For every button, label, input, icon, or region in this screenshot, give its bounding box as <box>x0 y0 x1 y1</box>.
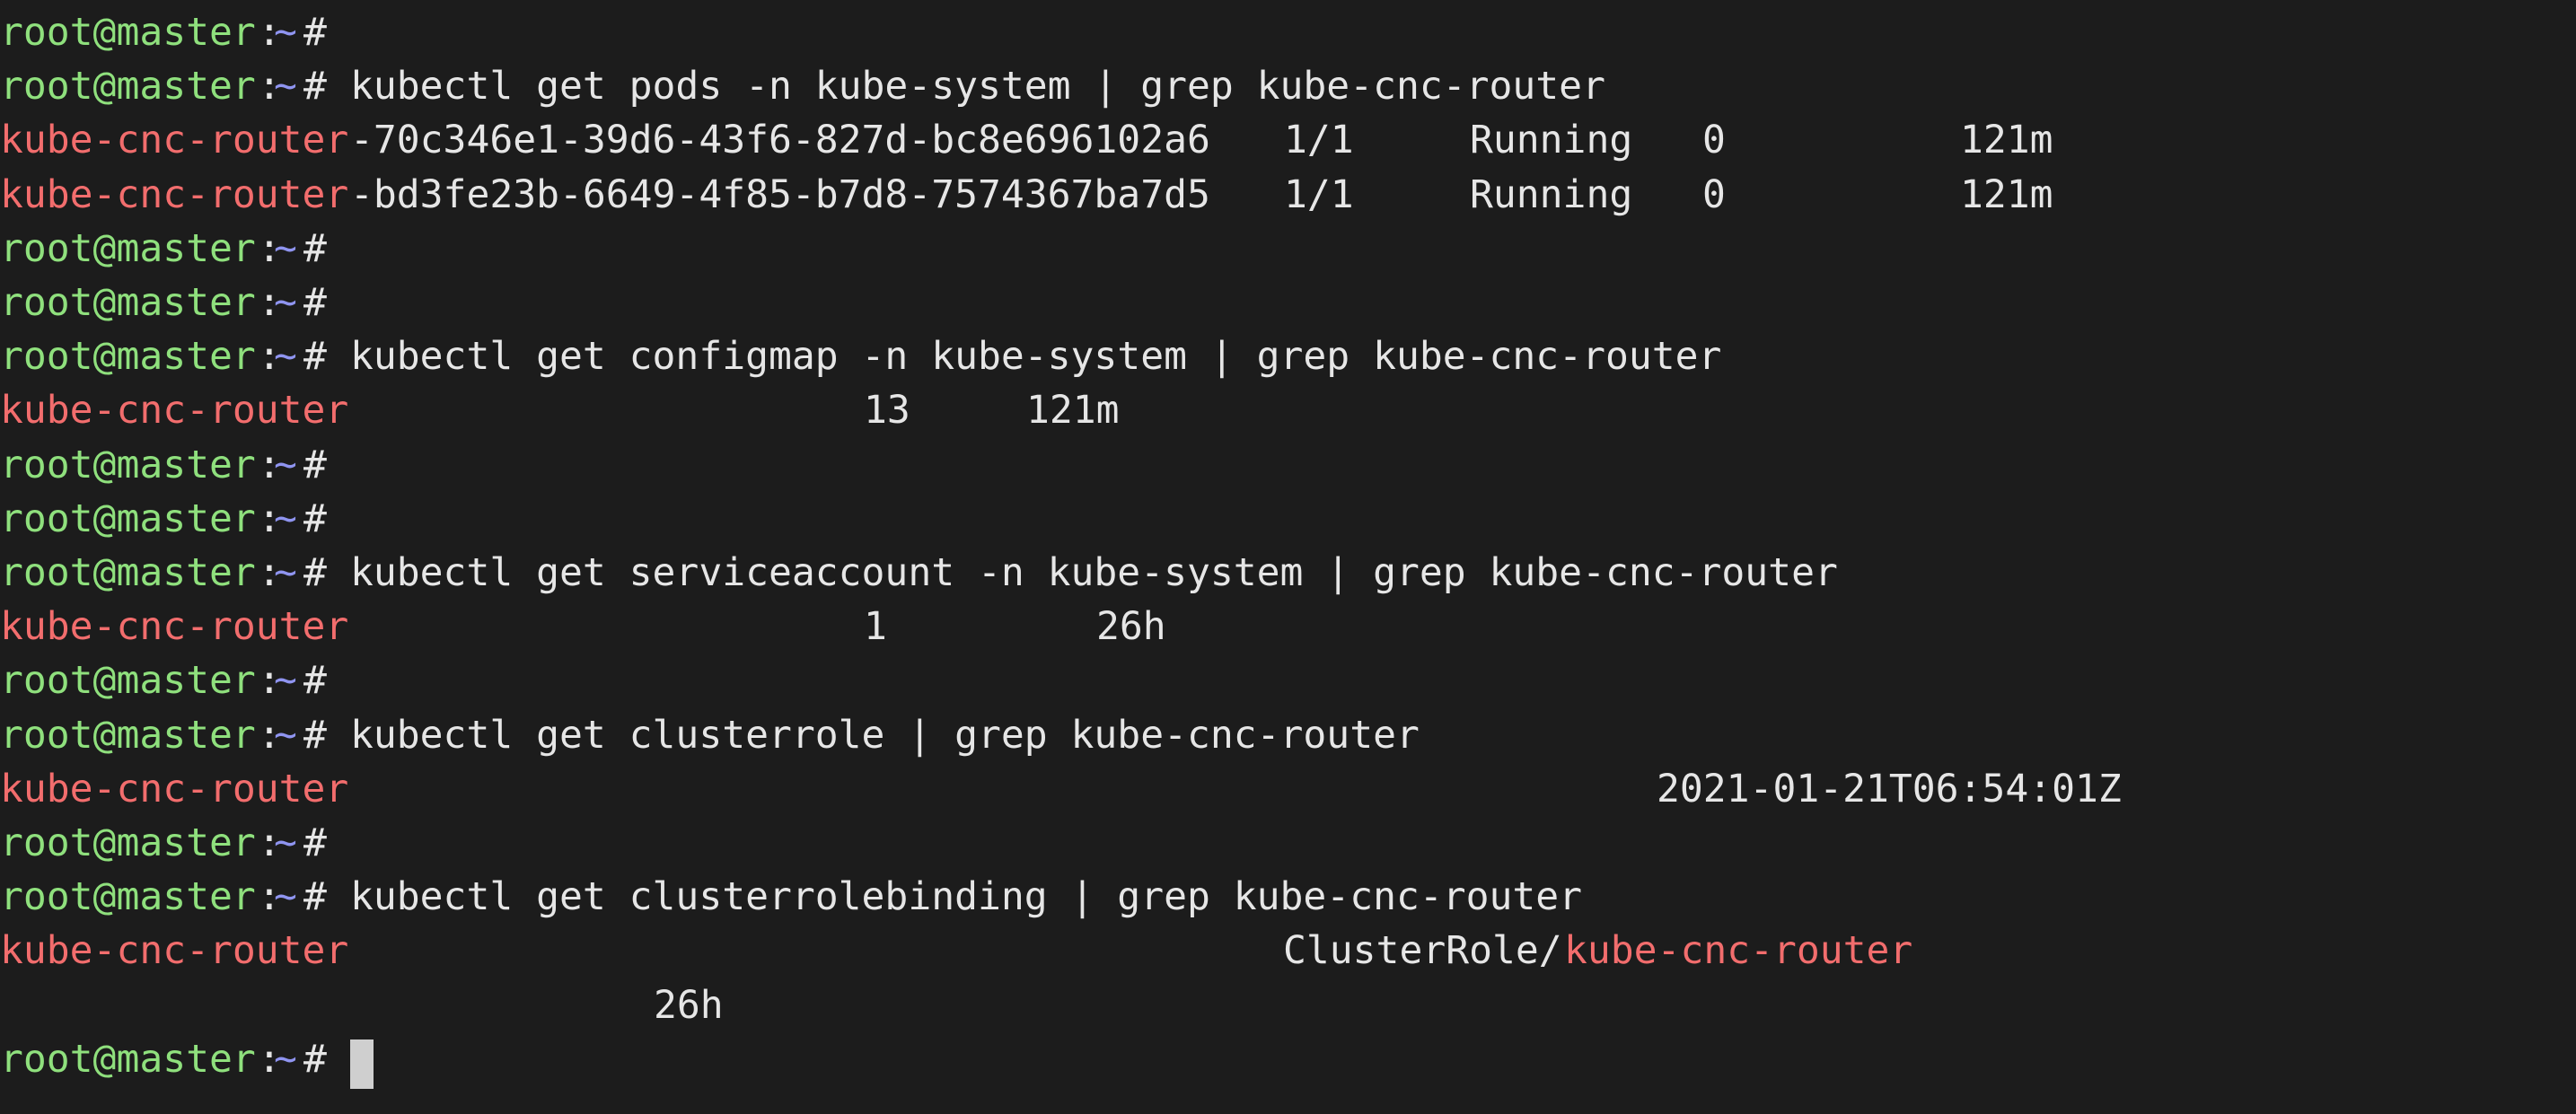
output-text: Running <box>1470 118 1633 163</box>
prompt-user: root@master <box>0 820 256 865</box>
grep-match-text: kube-cnc-router <box>0 388 349 434</box>
prompt-path: ~ <box>274 496 297 541</box>
prompt-user: root@master <box>0 280 256 325</box>
output-text: -70c346e1-39d6-43f6-827d-bc8e696102a6 <box>350 118 1210 163</box>
prompt-user: root@master <box>0 658 256 704</box>
command-text: kubectl get clusterrolebinding | grep ku… <box>350 874 1583 920</box>
prompt-user: root@master <box>0 496 256 541</box>
grep-match-text: kube-cnc-router <box>0 171 349 217</box>
command-text: kubectl get serviceaccount -n kube-syste… <box>350 550 1838 595</box>
prompt-user: root@master <box>0 712 256 758</box>
grep-match-text: kube-cnc-router <box>0 604 349 650</box>
output-text: 26h <box>654 982 724 1028</box>
prompt-symbol: # <box>303 10 327 55</box>
output-text: 121m <box>1026 388 1120 434</box>
output-text: -bd3fe23b-6649-4f85-b7d8-7574367ba7d5 <box>350 171 1210 217</box>
prompt-symbol: # <box>303 820 327 865</box>
prompt-symbol: # <box>303 550 327 595</box>
prompt-symbol: # <box>303 658 327 704</box>
prompt-symbol: # <box>303 442 327 487</box>
output-text: 1/1 <box>1284 171 1354 217</box>
prompt-path: ~ <box>274 10 297 55</box>
output-text: ClusterRole/ <box>1283 928 1562 974</box>
prompt-user: root@master <box>0 334 256 380</box>
output-text: 121m <box>1960 118 2053 163</box>
prompt-user: root@master <box>0 10 256 55</box>
prompt-path: ~ <box>274 334 297 380</box>
output-text: 13 <box>864 388 910 434</box>
command-text: kubectl get pods -n kube-system | grep k… <box>350 64 1605 110</box>
output-text: 1 <box>864 604 887 650</box>
prompt-path: ~ <box>274 64 297 110</box>
prompt-path: ~ <box>274 1036 297 1082</box>
text-cursor[interactable] <box>350 1039 374 1089</box>
prompt-user: root@master <box>0 64 256 110</box>
prompt-path: ~ <box>274 658 297 704</box>
command-text: kubectl get clusterrole | grep kube-cnc-… <box>350 712 1420 758</box>
prompt-path: ~ <box>274 225 297 271</box>
prompt-path: ~ <box>274 280 297 325</box>
prompt-path: ~ <box>274 712 297 758</box>
prompt-symbol: # <box>303 1036 327 1082</box>
prompt-symbol: # <box>303 874 327 920</box>
grep-match-text: kube-cnc-router <box>0 928 349 974</box>
output-text: 0 <box>1702 118 1726 163</box>
prompt-path: ~ <box>274 550 297 595</box>
prompt-path: ~ <box>274 820 297 865</box>
output-text: 0 <box>1702 171 1726 217</box>
prompt-symbol: # <box>303 712 327 758</box>
prompt-path: ~ <box>274 442 297 487</box>
prompt-symbol: # <box>303 334 327 380</box>
prompt-user: root@master <box>0 225 256 271</box>
grep-match-text: kube-cnc-router <box>0 766 349 811</box>
grep-match-text: kube-cnc-router <box>1564 928 1913 974</box>
terminal-window[interactable]: root@master: ~ # root@master: ~ # kubectl get … <box>0 0 2576 1114</box>
output-text: 26h <box>1096 604 1166 650</box>
output-text: 121m <box>1960 171 2053 217</box>
output-text: 2021-01-21T06:54:01Z <box>1657 766 2122 811</box>
prompt-user: root@master <box>0 442 256 487</box>
grep-match-text: kube-cnc-router <box>0 118 349 163</box>
prompt-user: root@master <box>0 874 256 920</box>
prompt-symbol: # <box>303 496 327 541</box>
prompt-user: root@master <box>0 1036 256 1082</box>
prompt-symbol: # <box>303 280 327 325</box>
prompt-symbol: # <box>303 225 327 271</box>
prompt-user: root@master <box>0 550 256 595</box>
prompt-symbol: # <box>303 64 327 110</box>
prompt-path: ~ <box>274 874 297 920</box>
output-text: Running <box>1470 171 1633 217</box>
command-text: kubectl get configmap -n kube-system | g… <box>350 334 1722 380</box>
output-text: 1/1 <box>1284 118 1354 163</box>
